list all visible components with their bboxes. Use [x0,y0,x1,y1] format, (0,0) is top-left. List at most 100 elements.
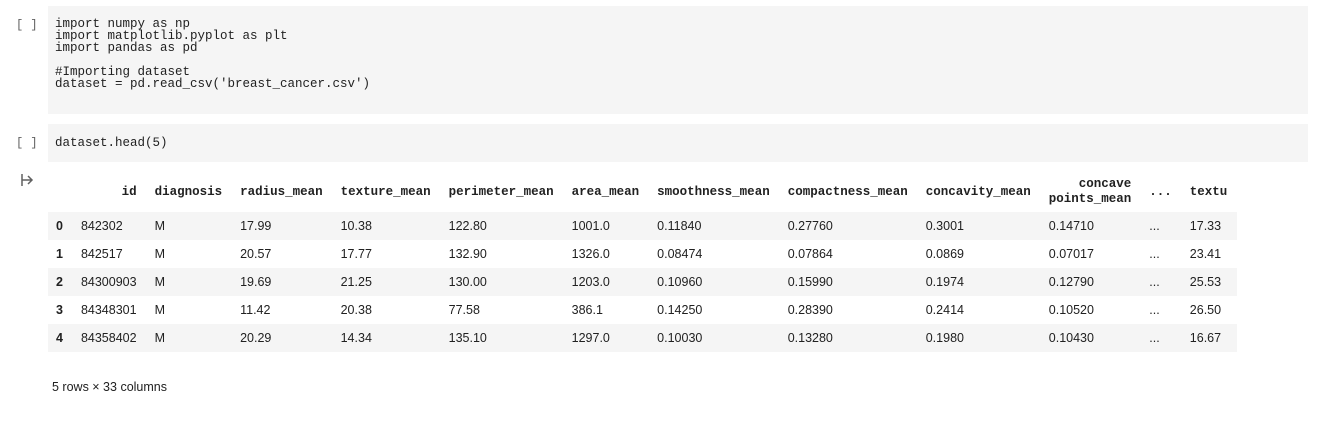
row-index: 1 [56,247,63,261]
table-cell: 17.33 [1189,219,1222,233]
table-cell: 25.53 [1189,275,1222,289]
row-index: 4 [56,331,63,345]
table-cell: ... [1149,331,1160,345]
table-cell: 17.99 [240,219,272,233]
table-cell: 0.12790 [1048,275,1094,289]
table-cell: M [154,247,165,261]
table-cell: 0.15990 [787,275,833,289]
column-header: area_mean [571,184,640,199]
column-header: concave points_mean [1048,177,1132,206]
code-line: import pandas as pd [55,41,198,55]
table-cell: 19.69 [240,275,272,289]
table-cell: 1203.0 [571,275,610,289]
table-cell: 10.38 [340,219,372,233]
column-header: radius_mean [240,184,323,199]
table-cell: 20.57 [240,247,272,261]
table-cell: 0.13280 [787,331,833,345]
code-text: import numpy as np import matplotlib.pyp… [48,6,1308,91]
table-cell: 0.27760 [787,219,833,233]
table-cell: 0.10960 [657,275,703,289]
table-cell: 0.14710 [1048,219,1094,233]
column-header [48,172,73,212]
table-cell: 130.00 [448,275,487,289]
table-cell: 77.58 [448,303,480,317]
table-cell: 26.50 [1189,303,1222,317]
table-cell: 1326.0 [571,247,610,261]
table-row: 1 842517 M 20.57 17.77 132.90 1326.0 0.08474 0.0… [48,240,1237,268]
table-cell: 122.80 [448,219,487,233]
table-cell: 0.1980 [925,331,964,345]
table-row: 0 842302 M 17.99 10.38 122.80 1001.0 0.11840 0.2… [48,212,1238,240]
table-cell: ... [1149,275,1160,289]
column-header: compactness_mean [787,184,908,199]
table-cell: 0.3001 [925,219,964,233]
column-header: perimeter_mean [448,184,554,199]
table-cell: 23.41 [1189,247,1222,261]
column-header: concavity_mean [925,184,1031,199]
table-cell: 14.34 [340,331,372,345]
table-row: 4 84358402 M 20.29 14.34 135.10 1297.0 0.10030 0… [48,324,1238,352]
code-line: dataset = pd.read_csv('breast_cancer.csv… [55,77,371,91]
table-cell: ... [1149,247,1160,261]
table-cell: 20.38 [340,303,372,317]
table-cell: 21.25 [340,275,372,289]
dataframe-output: id diagnosis radius_mean texture_mean perime… [48,172,1308,376]
table-cell: 0.10430 [1048,331,1094,345]
table-cell: 0.0869 [925,247,964,261]
code-cell-2: [ ] dataset.head(5) [0,124,1322,164]
table-cell: 0.28390 [787,303,833,317]
run-cell-button[interactable]: [ ] [16,18,38,32]
table-cell: 84300903 [80,275,137,289]
table-cell: 0.1974 [925,275,964,289]
column-header: ... [1149,184,1172,199]
code-editor[interactable]: dataset.head(5) [48,124,1308,162]
column-header: id [121,184,137,199]
table-cell: 0.07017 [1048,247,1094,261]
table-cell: 0.11840 [657,219,702,233]
table-cell: 0.10520 [1048,303,1094,317]
row-index: 3 [56,303,63,317]
table-cell: 20.29 [240,331,272,345]
row-index: 0 [56,219,63,233]
table-cell: M [154,275,165,289]
table-cell: 84348301 [80,303,137,317]
table-cell: 16.67 [1189,331,1222,345]
table-header-row: id diagnosis radius_mean texture_mean perime… [48,172,1237,212]
table-cell: 132.90 [448,247,487,261]
run-cell-button[interactable]: [ ] [16,136,38,150]
column-header: smoothness_mean [657,184,770,199]
dataframe-shape-label: 5 rows × 33 columns [52,380,167,394]
table-cell: 135.10 [448,331,487,345]
table-cell: 0.10030 [657,331,703,345]
row-index: 2 [56,275,63,289]
table-cell: 11.42 [240,303,271,317]
code-text: dataset.head(5) [48,124,1308,150]
table-row: 3 84348301 M 11.42 20.38 77.58 386.1 0.14250 0.2… [48,296,1237,324]
code-editor[interactable]: import numpy as np import matplotlib.pyp… [48,6,1308,114]
table-cell: ... [1149,303,1160,317]
table-cell: 0.14250 [657,303,703,317]
dataframe-table: id diagnosis radius_mean texture_mean perime… [48,172,1238,352]
table-cell: 1001.0 [571,219,610,233]
table-cell: 0.07864 [787,247,833,261]
code-cell-1: [ ] import numpy as np import matplotlib… [0,6,1322,116]
column-header: texture_mean [340,184,431,199]
table-cell: 842302 [80,219,123,233]
column-header: diagnosis [154,184,223,199]
table-cell: 842517 [80,247,123,261]
table-cell: 0.08474 [657,247,703,261]
table-cell: M [154,219,165,233]
table-cell: 1297.0 [571,331,610,345]
table-cell: M [154,331,165,345]
table-body: 0 842302 M 17.99 10.38 122.80 1001.0 0.11840 0.2… [48,212,1238,352]
table-cell: 386.1 [571,303,603,317]
table-cell: 84358402 [80,331,137,345]
output-arrow-icon[interactable] [20,172,36,188]
table-cell: 0.2414 [925,303,964,317]
column-header: textu [1189,184,1228,199]
table-row: 2 84300903 M 19.69 21.25 130.00 1203.0 0.10960 0… [48,268,1238,296]
code-line: dataset.head(5) [55,136,168,150]
table-cell: M [154,303,165,317]
table-cell: 17.77 [340,247,372,261]
table-cell: ... [1149,219,1160,233]
